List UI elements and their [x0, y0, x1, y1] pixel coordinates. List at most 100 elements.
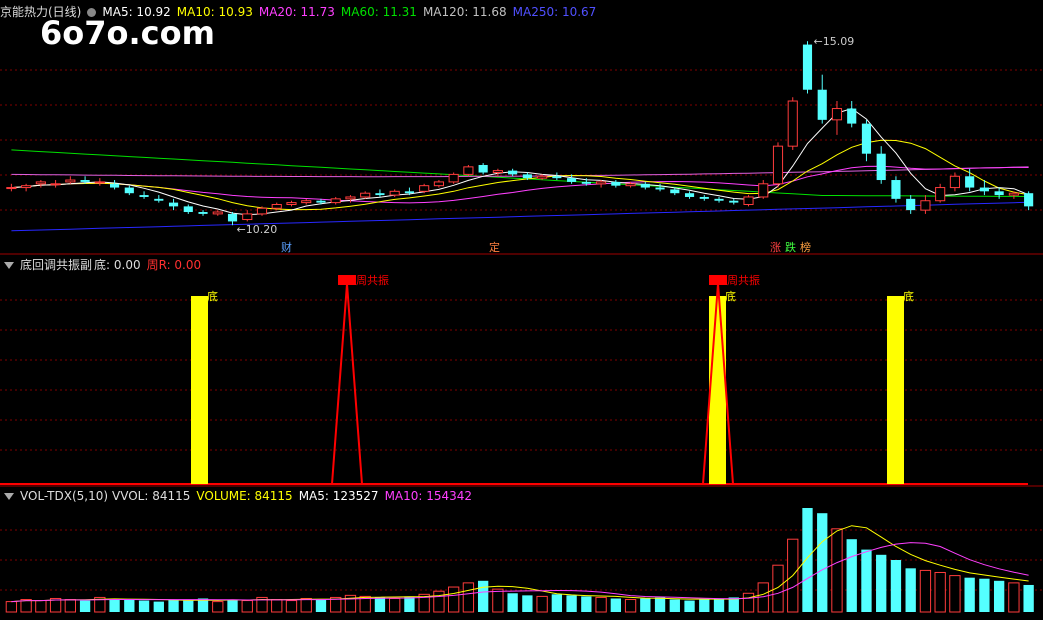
volume-bar [138, 600, 150, 612]
candle-body [1024, 193, 1034, 207]
candle-body [714, 198, 724, 201]
spike-line [331, 283, 363, 485]
volume-bar [919, 569, 932, 613]
volume-bar [227, 599, 238, 612]
volume-bar [728, 597, 739, 612]
ma20-value: MA20: 11.73 [258, 5, 335, 19]
candle-body [242, 213, 253, 221]
volume-bar [536, 595, 548, 613]
candle-body [920, 200, 931, 211]
candle-body [670, 189, 680, 194]
volume-bar [315, 599, 327, 612]
candle-body [640, 183, 650, 188]
ma250-value: MA250: 10.67 [512, 5, 597, 19]
dropdown-icon[interactable] [87, 8, 97, 17]
candle-body [271, 203, 282, 209]
volume-bar [610, 598, 621, 612]
volume-bar [212, 601, 224, 613]
volume-bar [772, 564, 784, 613]
volume-bar [1023, 584, 1034, 612]
candle-body [433, 181, 444, 187]
volume-header: VOL-TDX(5,10) VVOL: 84115 VOLUME: 84115 MA5… [0, 488, 478, 504]
volume-bar [5, 601, 18, 613]
collapse-icon[interactable] [4, 262, 14, 269]
spike-label: 周共振 [356, 273, 389, 287]
chart-canvas: ←15.09 ←10.20财 定 涨跌榜底 底 底 周共振 周共振 [0, 35, 1043, 613]
volume-bar [35, 600, 47, 613]
ma250-line [11, 201, 1029, 232]
candle-body [876, 153, 886, 181]
collapse-icon[interactable] [4, 493, 14, 500]
volume-bar [979, 578, 990, 612]
ma5-line [11, 107, 1029, 216]
volume-bar [595, 596, 607, 613]
vol-title: VOL-TDX(5,10) [20, 489, 109, 503]
candle-body [891, 180, 901, 199]
candle-body [1008, 192, 1019, 196]
vol-ma5-value: MA5: 123527 [298, 489, 379, 503]
candle-body [316, 200, 326, 203]
stock-title: 京能热力(日线) [0, 5, 82, 19]
vvol-value: VVOL: 84115 [112, 489, 191, 503]
ma60-value: MA60: 11.31 [340, 5, 417, 19]
spike-marker [338, 275, 356, 285]
volume-bar [64, 599, 77, 613]
volume-bar [109, 598, 120, 612]
ma120-value: MA120: 11.68 [422, 5, 507, 19]
candle-body [389, 190, 400, 196]
candle-body [35, 181, 46, 185]
volume-bar [168, 599, 179, 612]
volume-bar [389, 597, 401, 613]
candle-body [448, 173, 459, 183]
candle-body [906, 198, 916, 211]
candle-body [847, 108, 857, 124]
candle-body [404, 191, 414, 194]
volume-value: VOLUME: 84115 [196, 489, 293, 503]
candle-body [419, 185, 430, 192]
candle-body [655, 187, 665, 190]
candle-body [154, 198, 164, 201]
candle-body [802, 44, 813, 90]
candle-body [743, 196, 754, 205]
event-marker: 涨 [770, 241, 781, 254]
volume-bar [934, 571, 946, 613]
candle-body [6, 187, 17, 190]
volume-bar [861, 549, 872, 612]
volume-bar [581, 596, 592, 612]
volume-bar [271, 599, 283, 613]
bar-label: 底 [725, 289, 736, 303]
event-marker: 财 [281, 240, 292, 254]
event-marker: 跌 [785, 240, 796, 254]
candle-body [256, 207, 268, 215]
di-value: 底: 0.00 [94, 258, 141, 272]
volume-bar [669, 599, 680, 612]
volume-bar [183, 600, 194, 612]
candle-body [183, 206, 193, 213]
candle-body [375, 193, 385, 196]
volume-bar [699, 599, 710, 612]
volume-bar [153, 601, 164, 612]
indicator-title: 底回调共振副 [20, 258, 93, 272]
candle-body [611, 181, 621, 186]
volume-bar [492, 588, 504, 613]
ma60-line [11, 149, 1029, 197]
volume-bar [905, 568, 916, 612]
signal-bar [191, 296, 208, 484]
main-header: 京能热力(日线) MA5: 10.92 MA10: 10.93 MA20: 11.73… [0, 4, 602, 20]
volume-bar [684, 600, 695, 612]
volume-bar [640, 598, 651, 612]
vol-ma10-value: MA10: 154342 [384, 489, 473, 503]
candle-body [80, 180, 90, 182]
candle-body [286, 202, 297, 205]
volume-bar [79, 600, 91, 612]
volume-bar [1008, 582, 1020, 613]
zhouR-value: 周R: 0.00 [146, 258, 202, 272]
candle-body [581, 181, 591, 184]
candle-body [949, 175, 960, 189]
candle-body [198, 212, 208, 214]
volume-bar [404, 596, 415, 612]
candle-body [699, 196, 709, 199]
bar-label: 底 [903, 289, 914, 303]
candle-body [684, 193, 695, 197]
candle-body [478, 164, 488, 173]
